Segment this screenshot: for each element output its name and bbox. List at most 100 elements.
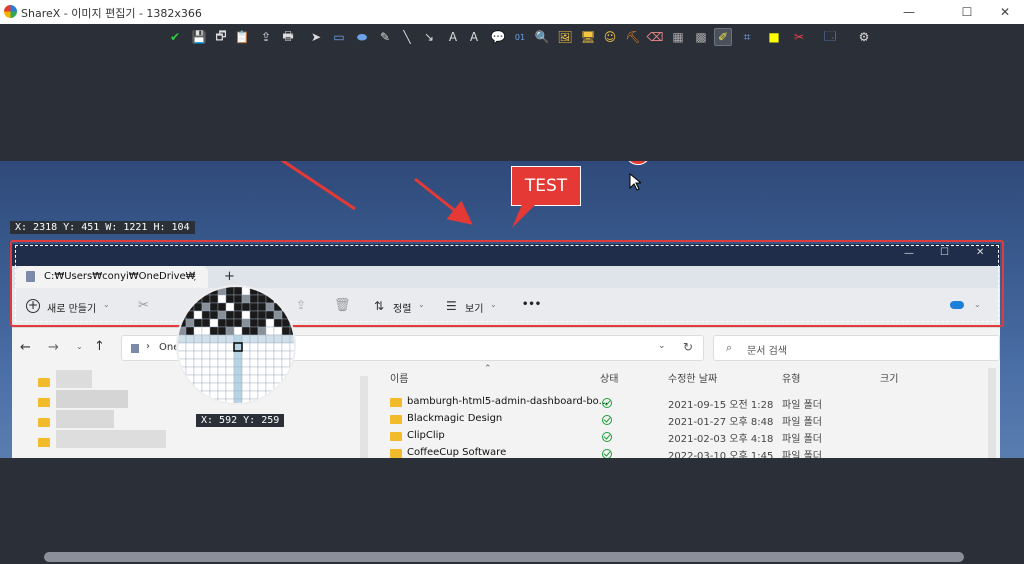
magnified-pixel [209, 358, 219, 368]
magnified-pixel [225, 350, 235, 360]
magnified-pixel [273, 366, 283, 376]
column-header: 수정한 날짜 [668, 374, 718, 385]
nav-scrollbar [360, 376, 368, 458]
blur-icon[interactable]: ▦ [669, 28, 687, 46]
settings-icon[interactable]: ⚙ [855, 28, 873, 46]
magnified-pixel [209, 366, 219, 376]
magnified-pixel [225, 287, 235, 296]
forward-icon: → [48, 340, 59, 355]
magnifier-annotation[interactable] [176, 285, 296, 405]
image-tools-icon[interactable]: 🗔 [821, 28, 839, 46]
table-row: CoffeeCup Software 2022-03-10 오후 1:45 파일 폴… [390, 446, 980, 458]
arrow-annotation[interactable] [414, 177, 473, 225]
magnified-pixel [225, 390, 235, 400]
column-header: 상태 [600, 374, 619, 385]
ellipse-icon[interactable]: ⬬ [353, 28, 371, 46]
magnified-pixel [257, 342, 267, 352]
magnified-pixel [257, 294, 267, 304]
border-color-icon[interactable]: ■ [765, 28, 783, 46]
rectangle-icon[interactable]: ▭ [330, 28, 348, 46]
close-button[interactable]: ✕ [990, 3, 1020, 21]
column-header: 크기 [880, 374, 899, 385]
back-icon: ← [20, 340, 31, 355]
magnified-pixel [233, 294, 243, 304]
magnified-pixel [241, 326, 251, 336]
magnified-pixel [225, 310, 235, 320]
crop-icon[interactable]: ⌗ [738, 28, 756, 46]
up-icon: ↑ [94, 339, 105, 354]
magnified-pixel [217, 310, 227, 320]
magnified-pixel [201, 310, 211, 320]
emoji-icon[interactable]: ☺ [601, 28, 619, 46]
magnified-pixel [225, 342, 235, 352]
speech-balloon-icon[interactable]: 💬 [489, 28, 507, 46]
file-type: 파일 폴더 [782, 417, 822, 428]
selected-rectangle-annotation[interactable] [10, 240, 1004, 327]
magnified-pixel [201, 374, 211, 384]
pixelate-icon[interactable]: ▩ [692, 28, 710, 46]
sync-status-icon [602, 449, 612, 458]
text-outline-icon[interactable]: A [444, 28, 462, 46]
magnified-pixel [281, 350, 291, 360]
file-type: 파일 폴더 [782, 434, 822, 445]
chevron-down-icon: ⌄ [76, 342, 83, 351]
horizontal-scrollbar-thumb[interactable] [44, 552, 964, 562]
freehand-icon[interactable]: ✎ [376, 28, 394, 46]
image-screen-icon[interactable]: 🖥 [579, 28, 597, 46]
magnified-pixel [241, 390, 251, 400]
highlight-icon[interactable]: ✐ [714, 28, 732, 46]
magnified-pixel [178, 334, 187, 344]
line-icon[interactable]: ╲ [398, 28, 416, 46]
arrow-icon[interactable]: ↘ [420, 28, 438, 46]
magnified-pixel [281, 318, 291, 328]
copy-icon[interactable]: 📋 [233, 28, 251, 46]
magnified-pixel [217, 318, 227, 328]
sort-ascending-icon: ⌃ [484, 364, 492, 374]
magnify-icon[interactable]: 🔍 [533, 28, 551, 46]
magnified-pixel [289, 342, 294, 352]
maximize-button[interactable]: ☐ [952, 3, 982, 21]
sync-status-icon [602, 415, 612, 425]
magnified-pixel [193, 350, 203, 360]
magnified-pixel [233, 334, 243, 344]
magnified-pixel [193, 310, 203, 320]
edit-tools-icon[interactable]: ✂ [790, 28, 808, 46]
eraser-icon[interactable]: ⌫ [646, 28, 664, 46]
step-icon[interactable]: 01 [511, 28, 529, 46]
arrow-annotation[interactable] [265, 161, 356, 211]
selection-dashed-outline [15, 245, 999, 322]
file-name: bamburgh-html5-admin-dashboard-bo... [407, 396, 609, 407]
print-icon[interactable]: 🖶 [279, 28, 297, 46]
minimize-button[interactable]: — [894, 3, 924, 21]
file-type: 파일 폴더 [782, 451, 822, 458]
magnified-pixel [225, 374, 235, 384]
save-icon[interactable]: 💾 [190, 28, 208, 46]
magnified-pixel [217, 326, 227, 336]
magnified-pixel [257, 326, 267, 336]
cursor-icon[interactable]: ⛏ [624, 28, 642, 46]
save-as-icon[interactable]: 🗗 [212, 28, 230, 46]
magnified-pixel [201, 350, 211, 360]
magnified-pixel [273, 302, 283, 312]
speech-balloon[interactable]: TEST [511, 166, 581, 206]
file-name: ClipClip [407, 430, 445, 441]
magnified-pixel [193, 334, 203, 344]
text-background-icon[interactable]: A [465, 28, 483, 46]
magnified-pixel [225, 318, 235, 328]
magnified-pixel [273, 318, 283, 328]
magnified-pixel [257, 334, 267, 344]
magnified-pixel [185, 326, 195, 336]
file-list-scrollbar [988, 368, 996, 458]
magnified-pixel [225, 382, 235, 392]
magnified-pixel [209, 382, 219, 392]
magnified-pixel [185, 342, 195, 352]
folder-icon [390, 449, 402, 458]
table-row: Blackmagic Design 2021-01-27 오후 8:48 파일 폴더 [390, 412, 980, 429]
window-titlebar: ShareX - 이미지 편집기 - 1382x366 — ☐ ✕ [0, 0, 1024, 24]
confirm-icon[interactable]: ✔ [166, 28, 184, 46]
magnified-pixel [217, 358, 227, 368]
upload-icon[interactable]: ⇪ [257, 28, 275, 46]
magnified-pixel [273, 342, 283, 352]
select-icon[interactable]: ➤ [307, 28, 325, 46]
image-file-icon[interactable]: 🖼 [556, 28, 574, 46]
